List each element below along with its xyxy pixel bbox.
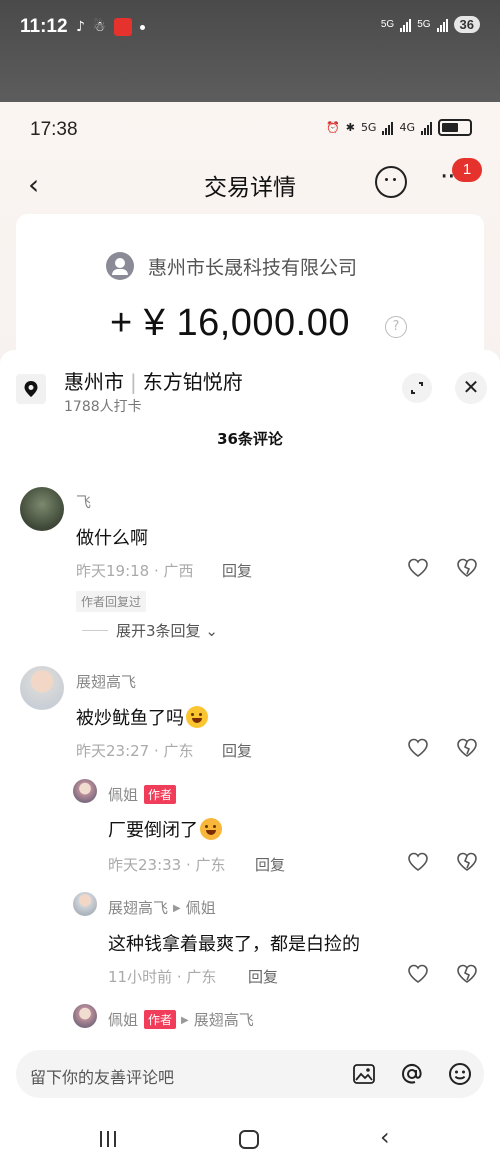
signal-icon [400,18,412,32]
comment-meta: 昨天23:27 · 广东 [76,742,194,760]
reply-button[interactable]: 回复 [255,854,285,875]
emoji-icon[interactable] [448,1062,472,1086]
reply-meta: 11小时前 · 广东 [108,968,217,986]
crying-emoji-icon [200,818,222,840]
location-pin-icon [16,374,46,404]
reply-text: 厂要倒闭了 [108,816,222,842]
alarm-icon: ⏰ [326,121,340,134]
comment-input-bar[interactable]: 留下你的友善评论吧 [16,1050,484,1098]
home-icon[interactable] [239,1130,259,1149]
reply-button[interactable]: 回复 [222,740,252,761]
comment-author[interactable]: 展翅高飞 [76,671,136,692]
reply-button[interactable]: 回复 [222,560,252,581]
app-badge-icon [113,18,132,36]
like-icon[interactable] [407,852,429,872]
inner-clock: 17:38 [30,119,78,140]
avatar[interactable] [73,1004,97,1028]
reply-author[interactable]: 展翅高飞 ▶ 佩姐 [108,897,216,918]
image-icon[interactable] [352,1062,376,1086]
dislike-icon[interactable] [456,852,478,872]
notification-badge: 1 [452,158,482,182]
reply-arrow-icon: ▶ [181,1015,189,1026]
expand-button[interactable] [402,373,432,403]
comment-meta: 昨天19:18 · 广西 [76,562,194,580]
expand-icon [411,382,423,394]
checkin-count: 1788人打卡 [64,399,142,415]
app-icon: ☃ [92,19,106,35]
back-icon[interactable]: ‹ [380,1123,390,1151]
notification-icons: ♪ ☃ [76,18,145,36]
expand-replies-label: 展开3条回复 [116,622,201,640]
reply-author[interactable]: 佩姐 作者 [108,784,177,805]
dislike-icon[interactable] [456,558,478,578]
system-nav-bar: ‹ [0,1117,500,1167]
reply-to-name: 佩姐 [185,899,216,917]
transaction-amount: + ¥ 16,000.00 [110,302,350,344]
like-icon[interactable] [407,964,429,984]
inner-status-right: ⏰ ✱ 5G 4G [326,119,472,136]
location-name[interactable]: 惠州市 | 东方铂悦府 [64,366,243,395]
author-tag: 作者 [144,1010,177,1029]
network-label-2: 5G [417,19,431,30]
like-icon[interactable] [407,558,429,578]
avatar[interactable] [20,487,64,531]
comment-input-placeholder[interactable]: 留下你的友善评论吧 [30,1064,174,1088]
dislike-icon[interactable] [456,964,478,984]
service-face-icon [375,166,407,198]
help-icon: ? [385,316,407,338]
outer-clock: 11:12 [20,16,68,37]
reply-author-name: 佩姐 [108,786,139,804]
network-label-1: 5G [380,19,395,30]
comment-sheet: 惠州市 | 东方铂悦府 1788人打卡 ✕ 36条评论 飞 做什么啊 昨天19:18… [0,350,500,1167]
expand-dash [82,630,108,631]
reply-arrow-icon: ▶ [173,903,181,914]
avatar[interactable] [73,892,97,916]
more-notifications-icon [139,24,145,30]
dislike-icon[interactable] [456,738,478,758]
transaction-title: 交易详情 [204,175,296,201]
company-row: 惠州市长晟科技有限公司 [106,252,357,280]
company-avatar-icon [106,252,134,280]
location-separator: | [130,370,137,394]
laughing-sweat-emoji-icon [186,706,208,728]
mention-icon[interactable] [400,1062,424,1086]
reply-author-name: 佩姐 [108,1011,139,1029]
comment-text-content: 被炒鱿鱼了吗 [76,708,184,729]
comment-author[interactable]: 飞 [76,491,91,512]
reply-author[interactable]: 佩姐 作者 ▶ 展翅高飞 [108,1009,254,1030]
outer-status-bar: 11:12 ♪ ☃ 5G 5G 36 [0,0,500,102]
signal-icon-2 [436,18,448,32]
inner-network-1: 5G [360,121,377,134]
bluetooth-icon: ✱ [345,121,355,134]
close-button[interactable]: ✕ [455,372,487,404]
author-replied-badge: 作者回复过 [76,591,147,612]
inner-signal-icon-2 [421,121,432,135]
like-icon[interactable] [407,738,429,758]
inner-signal-icon [382,121,394,135]
battery-indicator: 36 [453,16,480,33]
location-place: 东方铂悦府 [142,370,243,394]
recent-apps-icon[interactable] [100,1131,116,1147]
comment-count-title: 36条评论 [217,430,283,448]
comment-text: 被炒鱿鱼了吗 [76,704,208,730]
reply-text: 这种钱拿着最爽了，都是白捡的 [108,934,360,955]
chevron-down-icon: ⌄ [205,622,218,640]
reply-meta: 昨天23:33 · 广东 [108,856,226,874]
avatar[interactable] [73,779,97,803]
reply-author-name: 展翅高飞 [108,899,169,917]
location-city: 惠州市 [64,370,124,394]
tiktok-icon: ♪ [76,19,85,35]
expand-replies-button[interactable]: 展开3条回复 ⌄ [82,620,218,641]
avatar[interactable] [20,666,64,710]
comment-text: 做什么啊 [76,528,148,549]
reply-text-content: 厂要倒闭了 [108,820,198,841]
author-tag: 作者 [144,785,177,804]
company-name: 惠州市长晟科技有限公司 [148,256,358,279]
reply-button[interactable]: 回复 [248,966,278,987]
transaction-screenshot: 17:38 ⏰ ✱ 5G 4G ‹ 交易详情 ··· 1 惠州市长晟科技有限公司… [0,102,500,374]
inner-network-2: 4G [399,121,415,134]
reply-to-name: 展翅高飞 [193,1011,254,1029]
outer-status-right: 5G 5G 36 [381,16,480,33]
inner-battery-icon [438,119,472,136]
